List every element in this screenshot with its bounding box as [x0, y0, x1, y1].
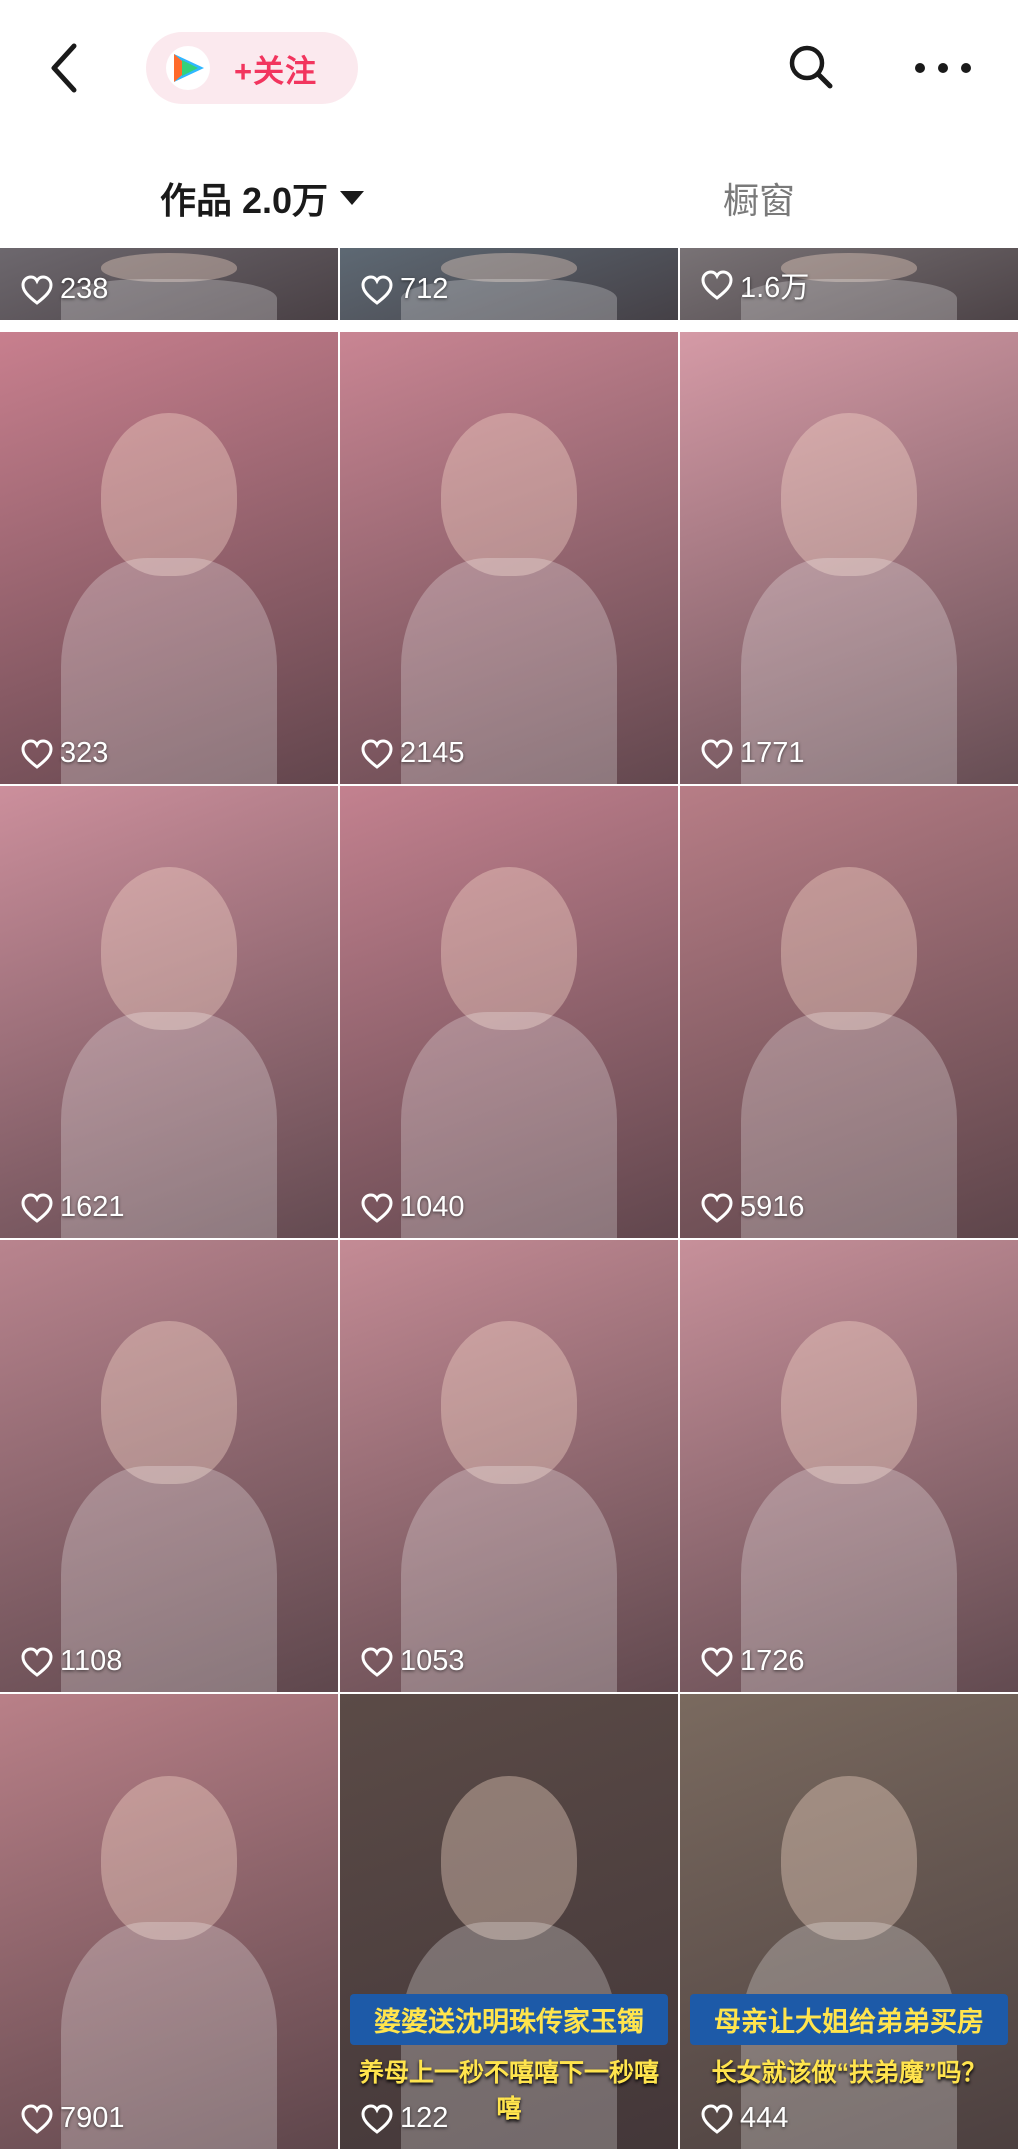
video-thumbnail — [680, 332, 1018, 784]
caret-down-icon — [340, 191, 365, 205]
heart-icon — [361, 2103, 393, 2134]
video-card[interactable]: 712 — [340, 248, 678, 320]
heart-icon — [21, 1646, 53, 1677]
like-count-value: 238 — [60, 273, 109, 305]
like-count: 238 — [20, 273, 108, 306]
like-count-value: 1621 — [60, 1191, 125, 1223]
like-count-value: 1771 — [740, 737, 805, 769]
like-count: 1726 — [700, 1645, 805, 1678]
heart-icon — [701, 1646, 733, 1677]
like-count-value: 122 — [400, 2102, 449, 2134]
video-card[interactable]: 1621 — [0, 786, 338, 1238]
video-card[interactable]: 1726 — [680, 1240, 1018, 1692]
video-thumbnail — [340, 332, 678, 784]
search-icon — [789, 45, 833, 89]
follow-label: +关注 — [234, 53, 318, 89]
follow-button[interactable]: +关注 — [146, 32, 358, 104]
like-count-value: 1726 — [740, 1645, 805, 1677]
like-count: 323 — [20, 737, 108, 770]
video-card[interactable]: 7901 — [0, 1694, 338, 2149]
caption-title: 婆婆送沈明珠传家玉镯 — [350, 1994, 668, 2045]
video-card[interactable]: 1.6万 — [680, 248, 1018, 320]
like-count-value: 1040 — [400, 1191, 465, 1223]
like-count-value: 323 — [60, 737, 109, 769]
like-count: 1.6万 — [700, 264, 809, 306]
video-thumbnail — [680, 1240, 1018, 1692]
heart-icon — [361, 1646, 393, 1677]
like-count-value: 712 — [400, 273, 449, 305]
heart-icon — [701, 738, 733, 769]
video-caption: 母亲让大姐给弟弟买房长女就该做“扶弟魔”吗？ — [690, 1994, 1008, 2089]
like-count: 1040 — [360, 1191, 465, 1224]
video-thumbnail — [340, 1240, 678, 1692]
like-count-value: 1053 — [400, 1645, 465, 1677]
heart-icon — [361, 274, 393, 305]
heart-icon — [361, 738, 393, 769]
profile-tabs: 作品 2.0万 橱窗 — [0, 140, 1018, 248]
search-button[interactable] — [786, 42, 836, 92]
more-button[interactable] — [912, 50, 974, 86]
like-count: 1108 — [20, 1645, 122, 1678]
heart-icon — [701, 2103, 733, 2134]
heart-icon — [361, 1192, 393, 1223]
tab-works[interactable]: 作品 2.0万 — [160, 172, 365, 224]
caption-subtitle: 长女就该做“扶弟魔”吗？ — [711, 2059, 987, 2087]
heart-icon — [701, 270, 733, 300]
tab-works-label: 作品 2.0万 — [160, 180, 329, 221]
video-card[interactable]: 2145 — [340, 332, 678, 784]
video-card[interactable]: 1053 — [340, 1240, 678, 1692]
video-card[interactable]: 1108 — [0, 1240, 338, 1692]
video-card[interactable]: 母亲让大姐给弟弟买房长女就该做“扶弟魔”吗？ 444 — [680, 1694, 1018, 2149]
video-card[interactable]: 1771 — [680, 332, 1018, 784]
like-count-value: 2145 — [400, 737, 465, 769]
like-count: 444 — [700, 2102, 788, 2135]
more-horizontal-icon — [915, 63, 971, 73]
video-thumbnail — [0, 332, 338, 784]
like-count-value: 5916 — [740, 1191, 805, 1223]
video-thumbnail — [0, 1240, 338, 1692]
back-button[interactable] — [40, 42, 92, 94]
like-count: 5916 — [700, 1191, 805, 1224]
video-thumbnail — [0, 786, 338, 1238]
like-count: 7901 — [20, 2102, 125, 2135]
like-count-value: 1108 — [60, 1645, 123, 1677]
like-count-value: 7901 — [60, 2102, 125, 2134]
video-thumbnail — [680, 786, 1018, 1238]
like-count: 712 — [360, 273, 448, 306]
like-count: 2145 — [360, 737, 465, 770]
like-count-value: 444 — [740, 2102, 789, 2134]
video-card[interactable]: 婆婆送沈明珠传家玉镯 养母上一秒不嘻嘻下一秒嘻嘻 122 — [340, 1694, 678, 2149]
video-card[interactable]: 5916 — [680, 786, 1018, 1238]
heart-icon — [21, 274, 53, 305]
heart-icon — [701, 1192, 733, 1223]
heart-icon — [21, 738, 53, 769]
heart-icon — [21, 2103, 53, 2134]
video-thumbnail — [340, 786, 678, 1238]
tab-shop[interactable]: 橱窗 — [723, 172, 795, 224]
like-count: 1771 — [700, 737, 805, 770]
video-card[interactable]: 238 — [0, 248, 338, 320]
like-count: 1053 — [360, 1645, 465, 1678]
like-count: 1621 — [20, 1191, 125, 1224]
video-card[interactable]: 1040 — [340, 786, 678, 1238]
like-count: 122 — [360, 2102, 448, 2135]
heart-icon — [21, 1192, 53, 1223]
app-logo-icon — [166, 46, 210, 90]
video-card[interactable]: 323 — [0, 332, 338, 784]
chevron-left-icon — [51, 43, 77, 93]
top-bar: +关注 — [0, 0, 1018, 140]
like-count-value: 1.6万 — [740, 272, 810, 304]
caption-title: 母亲让大姐给弟弟买房 — [690, 1994, 1008, 2045]
video-thumbnail — [0, 1694, 338, 2149]
video-grid: 238 712 1.6万 323 2145 1771 1621 1040 5916 1108 105… — [0, 248, 1018, 2149]
